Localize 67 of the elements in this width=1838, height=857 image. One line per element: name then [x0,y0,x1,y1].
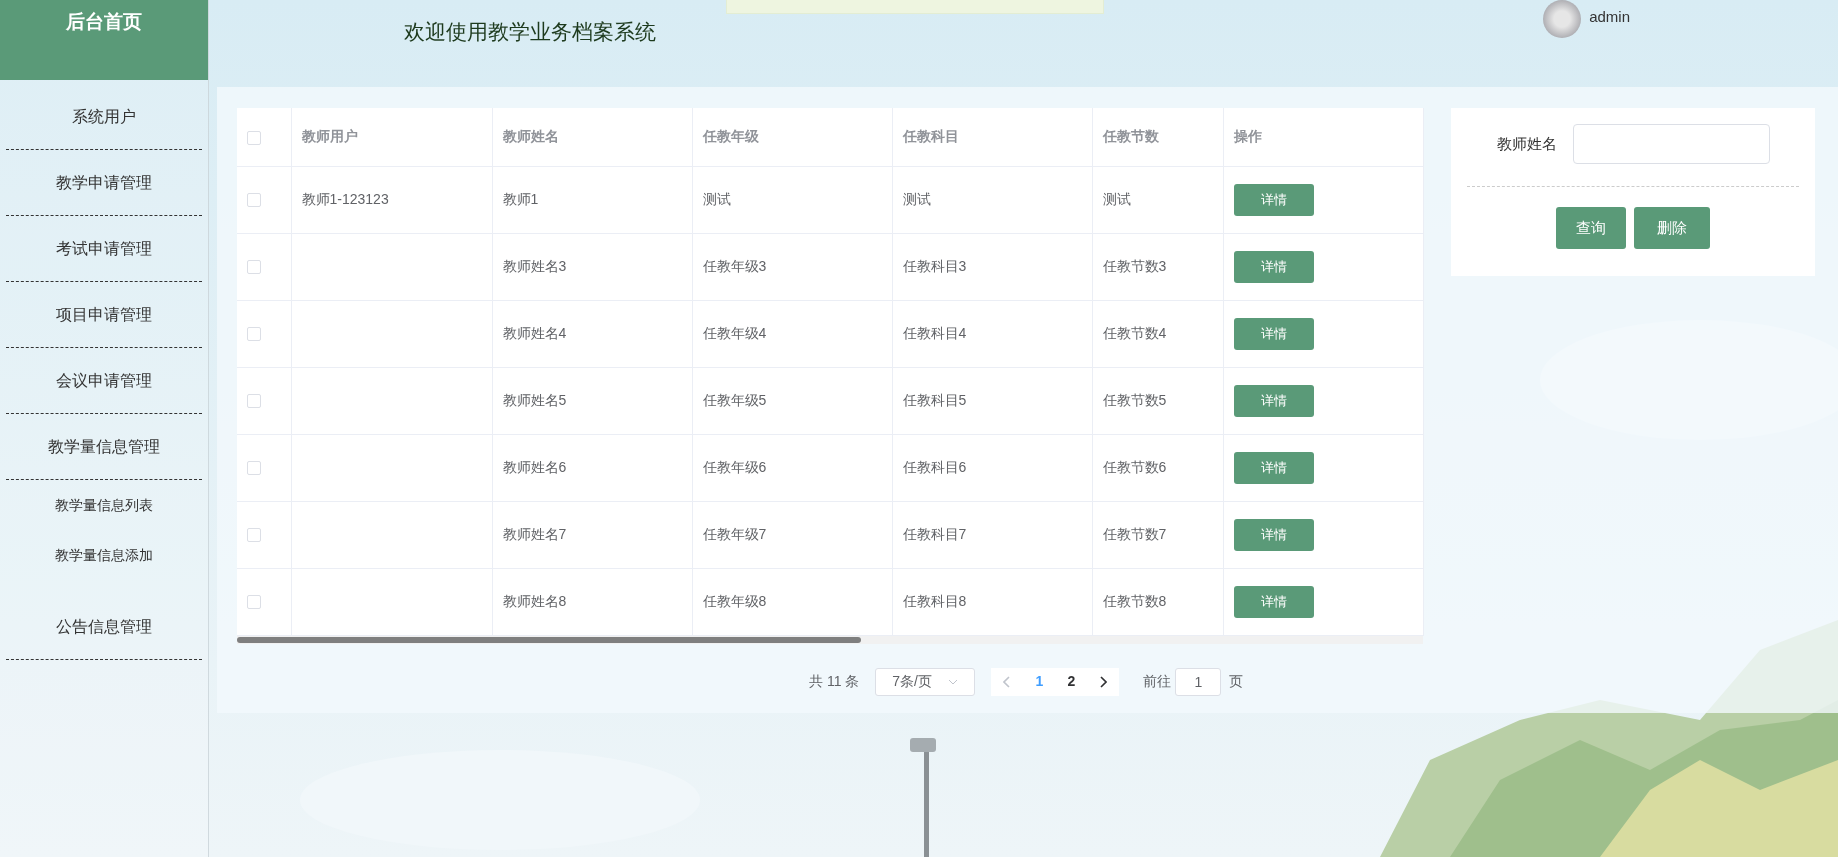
table-cell: 任教节数8 [1102,593,1167,609]
table-cell: 任教节数3 [1102,258,1167,274]
table-cell: 任教科目4 [902,325,967,341]
table-cell: 教师姓名8 [502,593,567,609]
table-cell: 教师1-123123 [301,191,389,207]
table-cell: 任教年级3 [702,258,767,274]
next-page-button[interactable] [1087,667,1120,696]
table-cell: 任教年级4 [702,325,767,341]
table-cell: 任教年级5 [702,392,767,408]
page-size-select[interactable]: 7条/页 [875,667,976,696]
column-header: 任教科目 [902,128,959,145]
table-cell: 教师姓名3 [502,258,567,274]
username[interactable]: admin [1589,6,1630,29]
page-button[interactable]: 2 [1055,667,1088,696]
page-title: 欢迎使用教学业务档案系统 [404,19,656,45]
table-cell: 测试 [702,191,731,207]
checkbox[interactable] [247,461,261,476]
menu-item[interactable]: 考试申请管理 [6,216,202,282]
menu-item[interactable]: 教学申请管理 [6,150,202,216]
table-cell: 任教年级8 [702,593,767,609]
checkbox[interactable] [247,130,261,145]
table-cell: 任教科目8 [902,593,967,609]
column-header: 操作 [1233,128,1262,145]
checkbox[interactable] [247,260,261,275]
chevron-right-icon [1099,676,1108,689]
table-cell: 任教科目3 [902,258,967,274]
table-cell: 任教科目5 [902,392,967,408]
table-cell: 任教年级7 [702,526,767,542]
table-cell: 任教节数4 [1102,325,1167,341]
column-header: 教师姓名 [502,128,559,145]
menu-item[interactable]: 会议申请管理 [6,348,202,414]
table-cell: 任教节数7 [1102,526,1167,542]
table-cell: 教师姓名6 [502,459,567,475]
field-label: 教师姓名 [1496,133,1557,154]
checkbox[interactable] [247,394,261,409]
table-cell: 教师姓名5 [502,392,567,408]
menu-item[interactable]: 项目申请管理 [6,282,202,348]
dropdown-icon [948,678,959,685]
table-cell: 任教节数6 [1102,459,1167,475]
menu-item[interactable]: 公告信息管理 [6,594,202,660]
table-cell: 任教节数5 [1102,392,1167,408]
checkbox[interactable] [247,193,261,208]
table-cell: 教师姓名7 [502,526,567,542]
column-header: 教师用户 [301,128,358,145]
column-header: 任教年级 [702,128,759,145]
checkbox[interactable] [247,327,261,342]
scrollbar[interactable] [237,635,1423,644]
table-cell: 任教年级6 [702,459,767,475]
name-search-field[interactable] [1572,124,1770,164]
checkbox[interactable] [247,528,261,543]
table-cell: 测试 [902,191,931,207]
menu-item[interactable]: 教学量信息管理 [6,414,202,480]
checkbox[interactable] [247,595,261,610]
chevron-left-icon [1003,676,1012,689]
table-cell: 教师1 [502,191,539,207]
submenu-item[interactable]: 教学量信息列表 [6,480,202,530]
table-cell: 任教科目6 [902,459,967,475]
column-header: 任教节数 [1102,128,1159,145]
page-suffix: 页 [1229,672,1244,691]
total-count: 共 11 条 [809,672,860,691]
submenu-item[interactable]: 教学量信息添加 [6,530,202,580]
menu-item[interactable]: 系统用户 [6,84,202,150]
table-cell: 测试 [1102,191,1131,207]
table-cell: 教师姓名4 [502,325,567,341]
goto-label: 前往 [1143,672,1172,691]
table-cell: 任教科目7 [902,526,967,542]
page-input[interactable]: 1 [1175,667,1222,696]
